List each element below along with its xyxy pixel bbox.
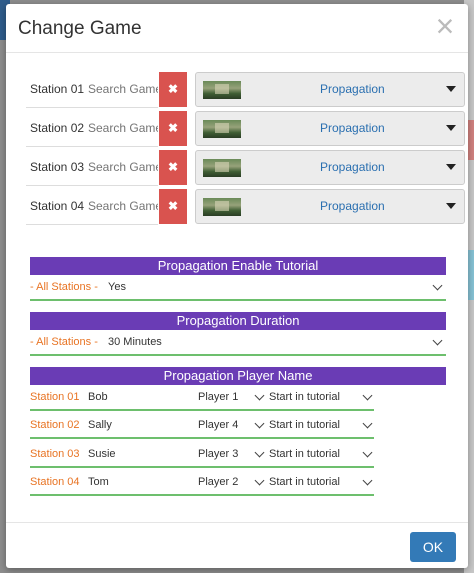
chevron-down-icon: [254, 390, 265, 401]
game-thumbnail: [203, 120, 241, 138]
player-row: Station 02 Sally Player 4 Start in tutor…: [30, 413, 374, 439]
modal-header: Change Game ×: [6, 4, 468, 53]
station-label: Station 04: [30, 199, 85, 213]
player-mode-select[interactable]: Start in tutorial: [269, 476, 340, 488]
station-row: Station 02 ✖ Propagation: [26, 111, 466, 147]
game-name: Propagation: [320, 199, 385, 213]
chevron-down-icon: [254, 447, 265, 458]
duration-value: 30 Minutes: [108, 336, 162, 348]
section-header-tutorial: Propagation Enable Tutorial: [30, 257, 446, 275]
station-label: Station 03: [30, 160, 85, 174]
player-station-label: Station 02: [30, 419, 80, 431]
chevron-down-icon: [254, 418, 265, 429]
remove-station-button[interactable]: ✖: [159, 72, 187, 107]
chevron-down-icon: [362, 418, 373, 429]
chevron-down-icon: [432, 335, 443, 346]
player-station-label: Station 01: [30, 391, 80, 403]
player-row: Station 04 Tom Player 2 Start in tutoria…: [30, 470, 374, 496]
caret-down-icon: [446, 164, 456, 170]
game-thumbnail: [203, 81, 241, 99]
player-mode-select[interactable]: Start in tutorial: [269, 448, 340, 460]
change-game-modal: Change Game × Station 01 ✖ Propagation S…: [6, 4, 468, 568]
modal-footer: OK: [6, 522, 468, 569]
tutorial-select[interactable]: - All Stations - Yes: [30, 277, 446, 301]
all-stations-label: - All Stations -: [30, 336, 98, 348]
game-select[interactable]: Propagation: [195, 189, 465, 224]
chevron-down-icon: [362, 475, 373, 486]
chevron-down-icon: [362, 390, 373, 401]
search-game-input[interactable]: [88, 160, 158, 174]
section-header-players: Propagation Player Name: [30, 367, 446, 385]
duration-select[interactable]: - All Stations - 30 Minutes: [30, 332, 446, 356]
player-row: Station 01 Bob Player 1 Start in tutoria…: [30, 385, 374, 411]
station-underline: [26, 185, 158, 186]
game-select[interactable]: Propagation: [195, 111, 465, 146]
remove-icon: ✖: [167, 160, 179, 174]
player-name-field[interactable]: Susie: [88, 448, 116, 460]
player-name-field[interactable]: Bob: [88, 391, 108, 403]
search-game-input[interactable]: [88, 121, 158, 135]
game-thumbnail: [203, 159, 241, 177]
remove-station-button[interactable]: ✖: [159, 150, 187, 185]
modal-title: Change Game: [18, 18, 142, 39]
search-game-input[interactable]: [88, 82, 158, 96]
all-stations-label: - All Stations -: [30, 281, 98, 293]
remove-icon: ✖: [167, 199, 179, 213]
tutorial-value: Yes: [108, 281, 126, 293]
station-label: Station 02: [30, 121, 85, 135]
station-underline: [26, 107, 158, 108]
station-row: Station 01 ✖ Propagation: [26, 72, 466, 108]
search-game-input[interactable]: [88, 199, 158, 213]
stations-panel: Station 01 ✖ Propagation Station 02 ✖ Pr…: [26, 68, 466, 242]
game-name: Propagation: [320, 121, 385, 135]
close-icon[interactable]: ×: [432, 10, 458, 42]
section-header-duration: Propagation Duration: [30, 312, 446, 330]
game-thumbnail: [203, 198, 241, 216]
player-slot-select[interactable]: Player 1: [198, 391, 238, 403]
player-slot-select[interactable]: Player 4: [198, 419, 238, 431]
chevron-down-icon: [362, 447, 373, 458]
station-underline: [26, 146, 158, 147]
player-slot-select[interactable]: Player 3: [198, 448, 238, 460]
caret-down-icon: [446, 125, 456, 131]
game-select[interactable]: Propagation: [195, 72, 465, 107]
player-station-label: Station 04: [30, 476, 80, 488]
remove-station-button[interactable]: ✖: [159, 111, 187, 146]
chevron-down-icon: [432, 280, 443, 291]
player-name-field[interactable]: Tom: [88, 476, 109, 488]
player-row: Station 03 Susie Player 3 Start in tutor…: [30, 442, 374, 468]
player-mode-select[interactable]: Start in tutorial: [269, 391, 340, 403]
player-name-field[interactable]: Sally: [88, 419, 112, 431]
player-mode-select[interactable]: Start in tutorial: [269, 419, 340, 431]
caret-down-icon: [446, 86, 456, 92]
player-station-label: Station 03: [30, 448, 80, 460]
station-label: Station 01: [30, 82, 85, 96]
ok-button[interactable]: OK: [410, 532, 456, 562]
caret-down-icon: [446, 203, 456, 209]
chevron-down-icon: [254, 475, 265, 486]
game-name: Propagation: [320, 82, 385, 96]
station-row: Station 04 ✖ Propagation: [26, 189, 466, 225]
station-row: Station 03 ✖ Propagation: [26, 150, 466, 186]
game-select[interactable]: Propagation: [195, 150, 465, 185]
remove-icon: ✖: [167, 82, 179, 96]
game-name: Propagation: [320, 160, 385, 174]
player-slot-select[interactable]: Player 2: [198, 476, 238, 488]
remove-station-button[interactable]: ✖: [159, 189, 187, 224]
station-underline: [26, 224, 158, 225]
remove-icon: ✖: [167, 121, 179, 135]
